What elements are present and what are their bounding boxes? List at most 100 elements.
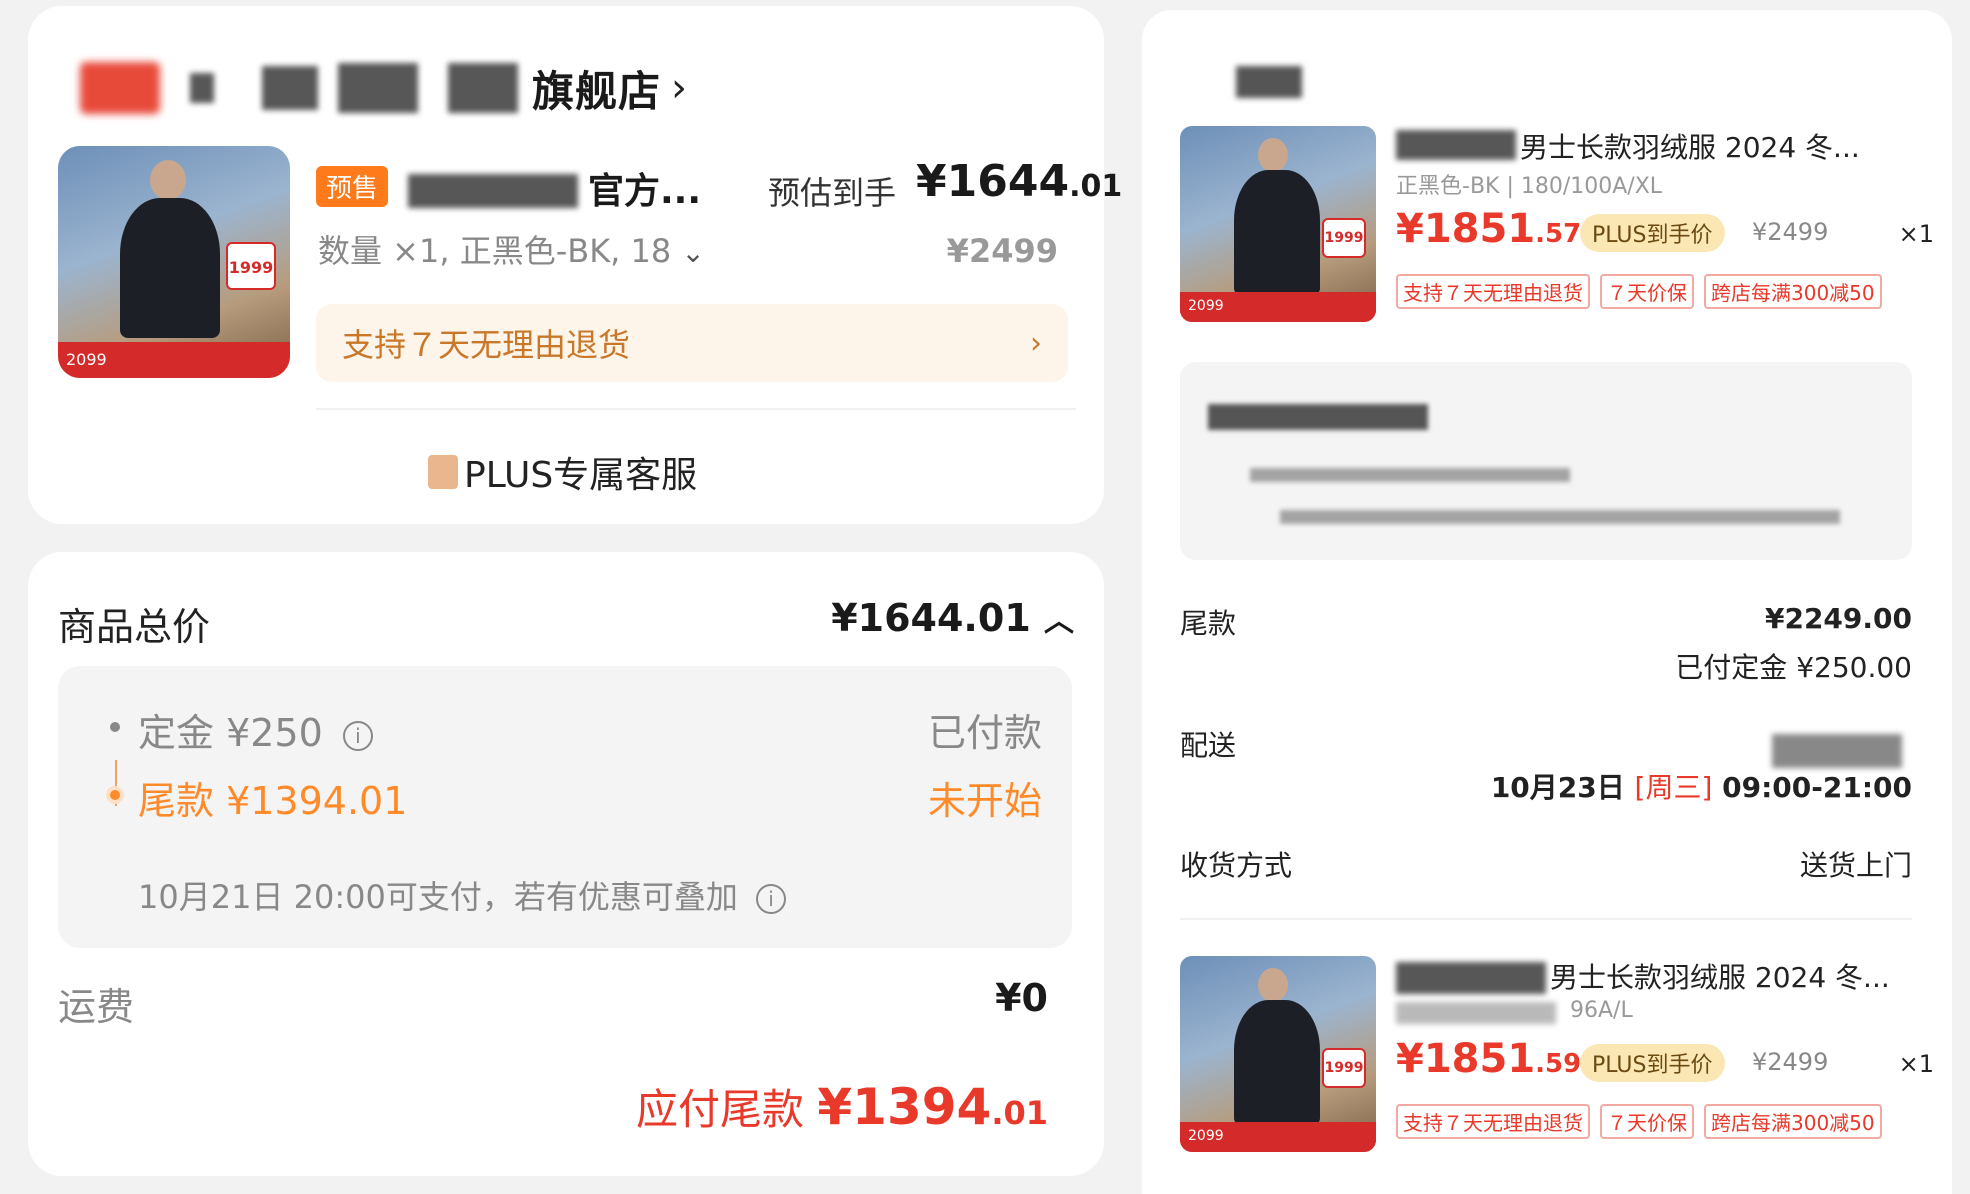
redacted-address bbox=[1250, 468, 1570, 482]
estimated-price-dec: .01 bbox=[1069, 169, 1123, 204]
list-item[interactable]: 1999 2099 男士长款羽绒服 2024 冬... 正黑色-BK | 180… bbox=[1180, 126, 1940, 322]
receive-method-label: 收货方式 bbox=[1180, 849, 1293, 882]
store-name: 旗舰店 bbox=[532, 66, 662, 116]
promo-price: 2099 bbox=[66, 350, 107, 369]
estimated-price: ¥1644.01 bbox=[916, 156, 1122, 207]
tag-return: 支持７天无理由退货 bbox=[1396, 274, 1590, 309]
amount-due: 应付尾款 ¥1394.01 bbox=[636, 1076, 1048, 1137]
price-dec: .57 bbox=[1535, 219, 1582, 249]
deposit-label: 定金 ¥250 bbox=[138, 711, 323, 755]
chevron-up-icon: ︿ bbox=[1044, 604, 1074, 639]
chevron-right-icon: › bbox=[1030, 325, 1042, 361]
model-coat bbox=[1234, 1000, 1320, 1126]
quantity: ×1 bbox=[1898, 220, 1934, 248]
total-value: ¥1644.01 bbox=[831, 596, 1031, 640]
product-price: ¥1851.59 bbox=[1396, 1036, 1581, 1082]
tag-price-protect: ７天价保 bbox=[1600, 1104, 1694, 1139]
presale-badge: 预售 bbox=[316, 166, 389, 207]
price-int: ¥1851 bbox=[1396, 206, 1536, 252]
redacted-text bbox=[448, 63, 518, 113]
redacted-text bbox=[1396, 130, 1516, 160]
total-label: 商品总价 bbox=[58, 605, 211, 649]
redacted-text bbox=[1396, 1002, 1556, 1024]
store-header[interactable]: 旗舰店 › bbox=[80, 58, 687, 118]
product-title: 男士长款羽绒服 2024 冬... bbox=[1550, 961, 1890, 994]
delivery-date: 10月23日 bbox=[1490, 771, 1625, 804]
product-spec: 96A/L bbox=[1570, 998, 1633, 1023]
bullet-icon bbox=[110, 790, 120, 800]
redacted-address bbox=[1208, 404, 1428, 430]
plus-price-badge: PLUS到手价 bbox=[1580, 214, 1725, 252]
tag-price-protect: ７天价保 bbox=[1600, 274, 1694, 309]
bullet-icon bbox=[110, 722, 120, 732]
product-title[interactable]: 官方... bbox=[588, 162, 701, 214]
product-spec: 正黑色-BK | 180/100A/XL bbox=[1396, 174, 1663, 199]
list-item[interactable]: 1999 2099 男士长款羽绒服 2024 冬... 96A/L ¥1851.… bbox=[1180, 956, 1940, 1152]
plus-service-label: PLUS专属客服 bbox=[464, 455, 698, 496]
model-coat bbox=[120, 198, 220, 338]
return-policy-text: 支持７天无理由退货 bbox=[342, 326, 631, 364]
chevron-right-icon: › bbox=[671, 65, 688, 111]
redacted-store-name bbox=[1236, 66, 1302, 98]
product-image[interactable]: 1999 2099 bbox=[58, 146, 290, 378]
original-price: ¥2499 bbox=[1752, 1048, 1829, 1076]
promo-price: 2099 bbox=[1188, 1128, 1224, 1144]
product-image[interactable]: 1999 2099 bbox=[1180, 126, 1376, 322]
model-coat bbox=[1234, 170, 1320, 296]
delivery-weekday: [周三] bbox=[1634, 771, 1713, 804]
redacted-address bbox=[1280, 510, 1840, 524]
product-price: ¥1851.57 bbox=[1396, 206, 1581, 252]
balance-note: 10月21日 20:00可支付，若有优惠可叠加 i bbox=[138, 872, 787, 918]
due-value-dec: .01 bbox=[991, 1094, 1048, 1132]
service-tags: 支持７天无理由退货 ７天价保 跨店每满300减50 bbox=[1396, 274, 1882, 309]
product-title: 男士长款羽绒服 2024 冬... bbox=[1520, 131, 1860, 164]
delivery-label: 配送 bbox=[1180, 729, 1237, 762]
product-image[interactable]: 1999 2099 bbox=[1180, 956, 1376, 1152]
promo-price: 2099 bbox=[1188, 298, 1224, 314]
plus-price-badge: PLUS到手价 bbox=[1580, 1044, 1725, 1082]
info-icon[interactable]: i bbox=[342, 720, 373, 751]
shipping-value: ¥0 bbox=[995, 976, 1048, 1020]
order-detail-card: 1999 2099 男士长款羽绒服 2024 冬... 正黑色-BK | 180… bbox=[1142, 10, 1952, 1194]
quantity-spec[interactable]: 数量 ×1, 正黑色-BK, 18 ⌄ bbox=[318, 226, 705, 272]
quantity-spec-text: 数量 ×1, 正黑色-BK, 18 bbox=[318, 232, 672, 270]
plus-service-button[interactable]: PLUS专属客服 bbox=[428, 446, 697, 498]
total-value-toggle[interactable]: ¥1644.01 ︿ bbox=[831, 596, 1074, 640]
info-icon[interactable]: i bbox=[756, 884, 787, 914]
balance-row: 尾款 ¥1394.01 bbox=[110, 770, 407, 825]
redacted-text bbox=[1396, 962, 1546, 994]
shipping-label: 运费 bbox=[58, 985, 135, 1029]
redacted-text bbox=[338, 63, 418, 113]
redacted-text bbox=[262, 66, 318, 110]
delivery-window: 09:00-21:00 bbox=[1722, 771, 1912, 804]
balance-note-text: 10月21日 20:00可支付，若有优惠可叠加 bbox=[138, 878, 738, 916]
redacted-text bbox=[1772, 734, 1902, 768]
price-tag: 1999 bbox=[1322, 218, 1366, 258]
deposit-row: 定金 ¥250 i bbox=[110, 702, 373, 757]
balance-status: 未开始 bbox=[927, 779, 1042, 823]
price-dec: .59 bbox=[1535, 1049, 1582, 1079]
original-price: ¥2499 bbox=[946, 232, 1058, 270]
payment-stages: 定金 ¥250 i 已付款 尾款 ¥1394.01 未开始 10月21日 20:… bbox=[58, 666, 1072, 948]
service-tags: 支持７天无理由退货 ７天价保 跨店每满300减50 bbox=[1396, 1104, 1882, 1139]
divider bbox=[316, 408, 1076, 410]
service-icon bbox=[428, 455, 458, 489]
redacted-text bbox=[408, 174, 578, 208]
price-card: 商品总价 ¥1644.01 ︿ 定金 ¥250 i 已付款 尾款 ¥1394.0… bbox=[28, 552, 1104, 1176]
address-box[interactable] bbox=[1180, 362, 1912, 560]
quantity: ×1 bbox=[1898, 1050, 1934, 1078]
delivery-time[interactable]: 10月23日 [周三] 09:00-21:00 bbox=[1491, 766, 1912, 806]
price-tag: 1999 bbox=[1322, 1048, 1366, 1088]
promo-strip: 2099 bbox=[1180, 1122, 1376, 1152]
chevron-down-icon: ⌄ bbox=[681, 236, 705, 269]
tag-discount: 跨店每满300减50 bbox=[1704, 274, 1882, 309]
receive-method-value[interactable]: 送货上门 bbox=[1800, 844, 1912, 884]
promo-strip: 2099 bbox=[58, 342, 290, 378]
model-head bbox=[1258, 138, 1288, 172]
store-logo bbox=[80, 62, 160, 114]
due-value-int: ¥1394 bbox=[817, 1078, 992, 1136]
divider bbox=[1180, 918, 1912, 920]
return-policy-bar[interactable]: 支持７天无理由退货 › bbox=[316, 304, 1068, 382]
tag-return: 支持７天无理由退货 bbox=[1396, 1104, 1590, 1139]
model-head bbox=[1258, 968, 1288, 1002]
